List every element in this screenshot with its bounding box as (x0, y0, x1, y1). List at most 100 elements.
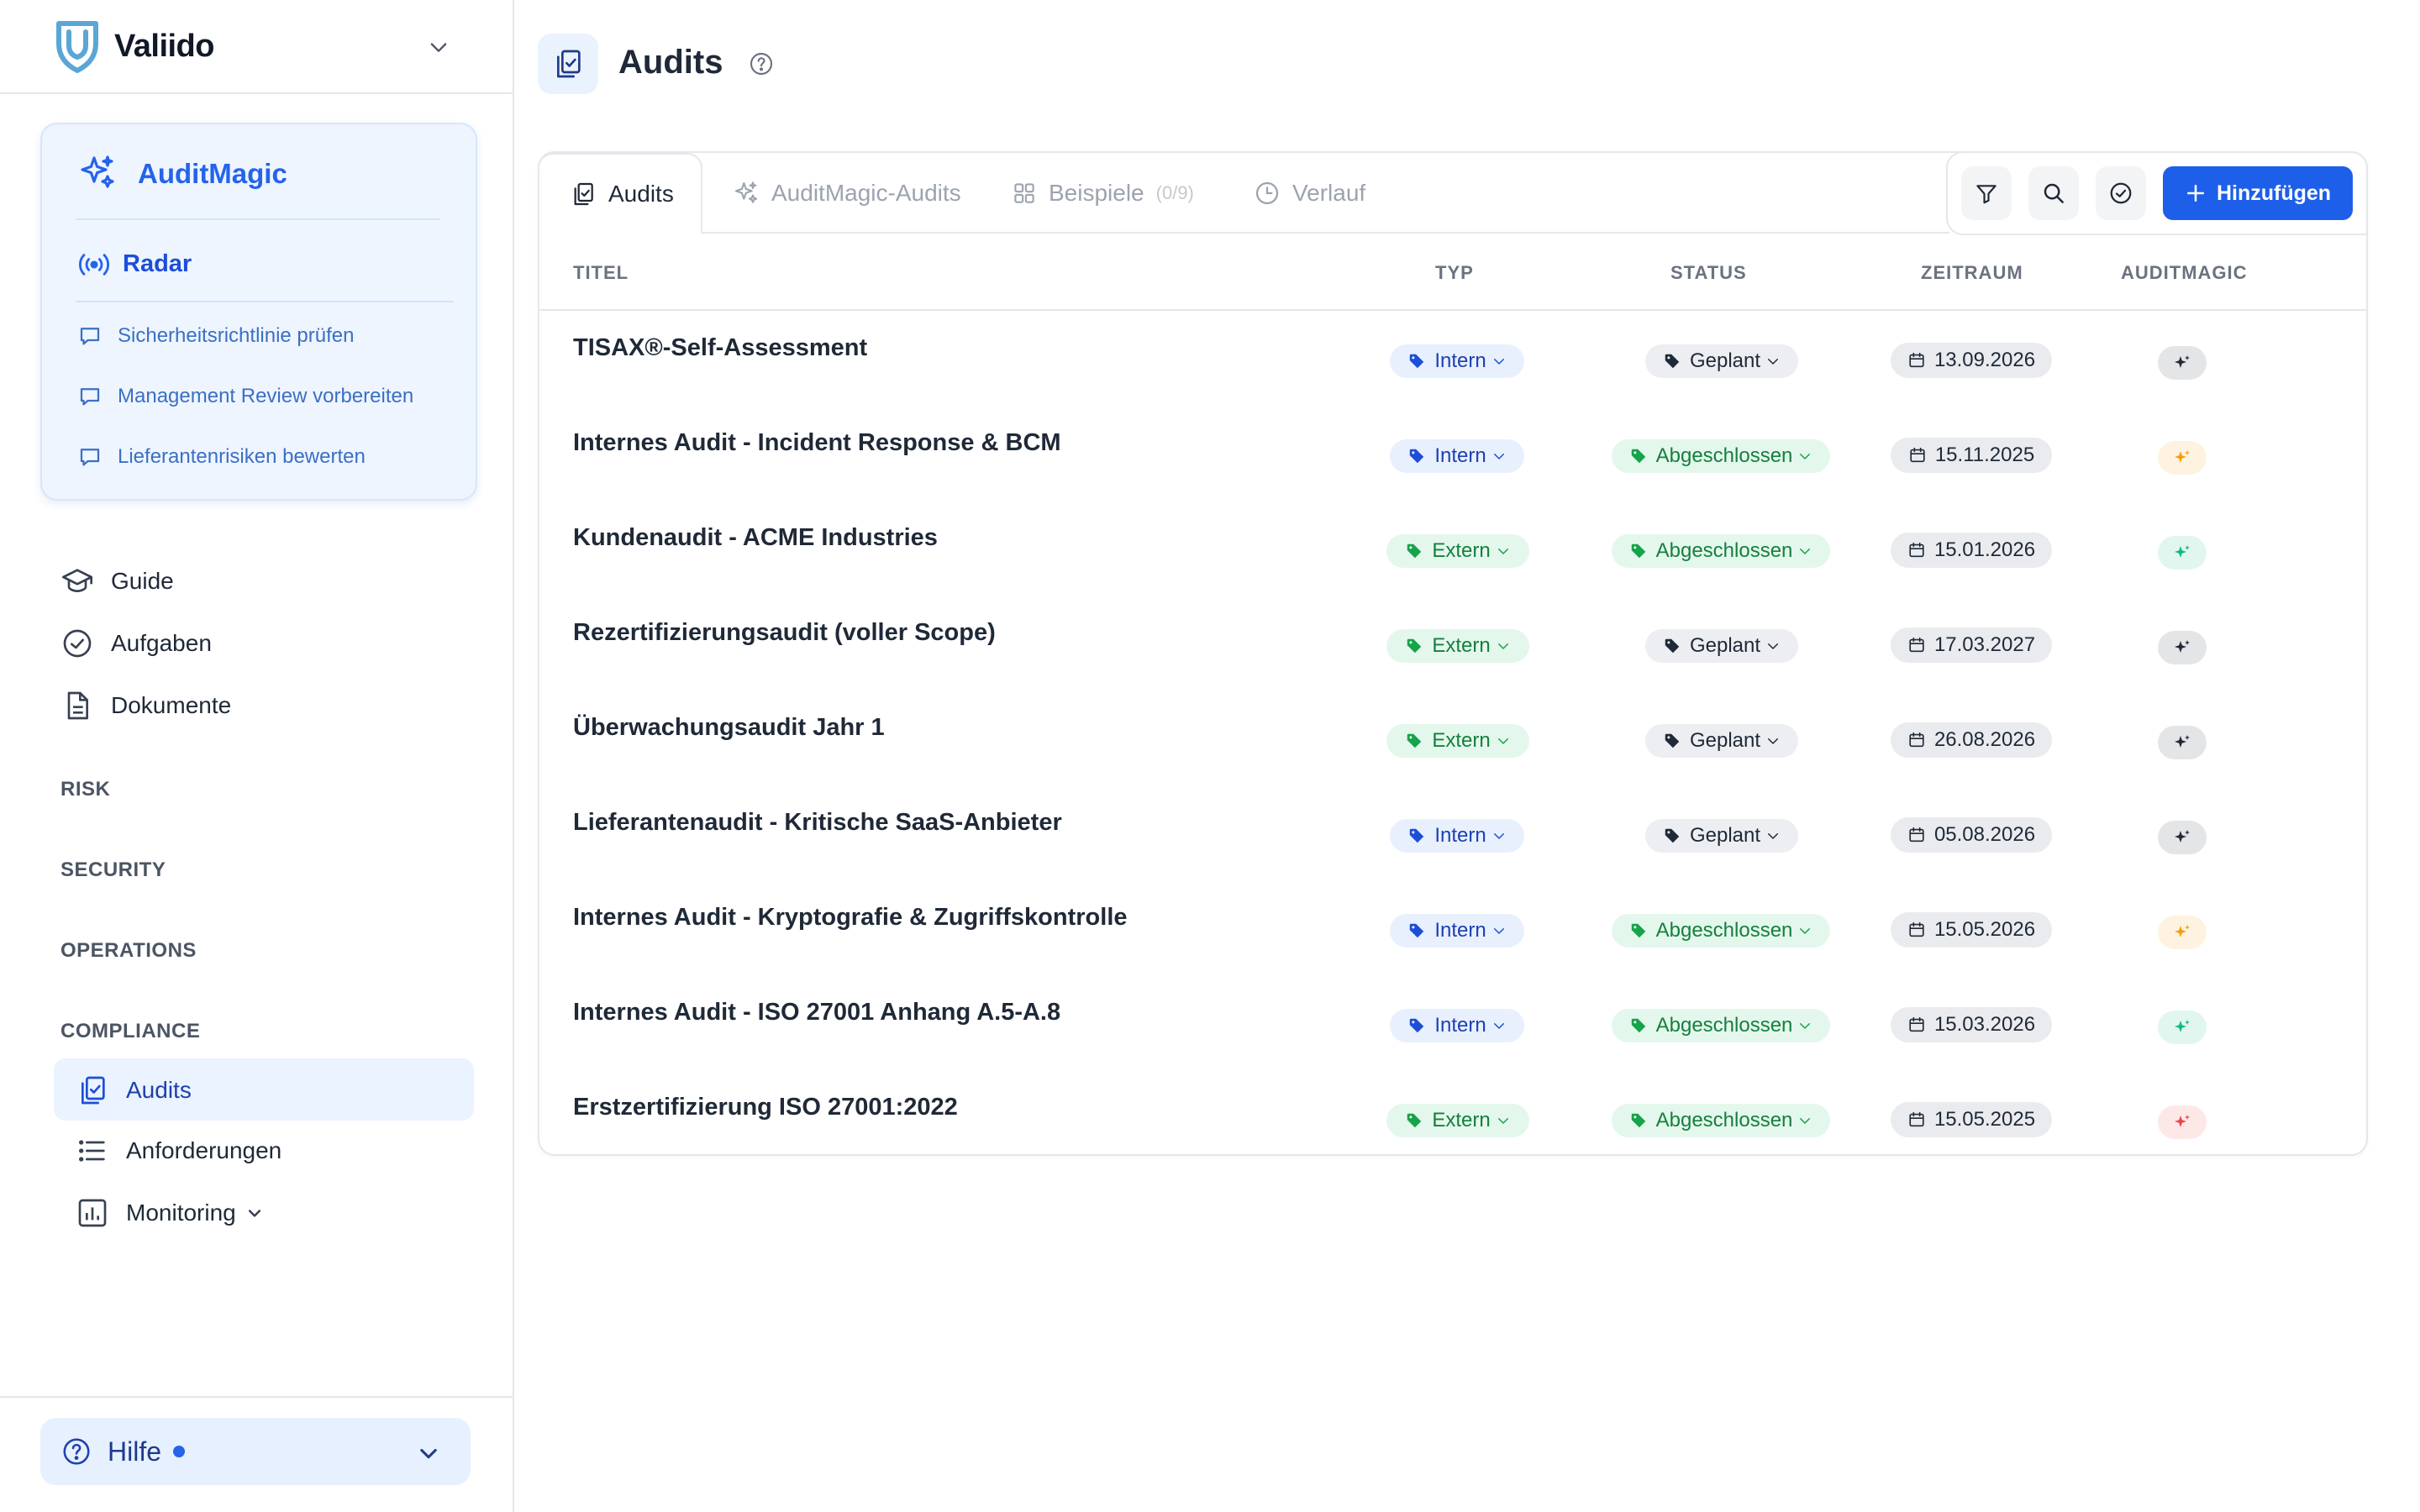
table-row[interactable]: Internes Audit - Kryptografie & Zugriffs… (539, 882, 2366, 976)
brand-header[interactable]: Valiido (0, 0, 513, 94)
auditmagic-title[interactable]: AuditMagic (138, 158, 287, 190)
status-dropdown[interactable]: Geplant (1645, 724, 1798, 758)
typ-dropdown[interactable]: Intern (1390, 819, 1524, 853)
help-button[interactable]: Hilfe (40, 1418, 471, 1485)
column-header-auditmagic[interactable]: AUDITMAGIC (2121, 262, 2248, 284)
auditmagic-button[interactable] (2158, 1105, 2207, 1139)
typ-label: Intern (1434, 1014, 1486, 1037)
table-row[interactable]: Überwachungsaudit Jahr 1 Extern Geplant 26.… (539, 692, 2366, 786)
sidebar-item-guide[interactable]: Guide (60, 556, 174, 606)
help-circle-icon[interactable] (748, 50, 775, 77)
filter-button[interactable] (1961, 166, 2012, 220)
typ-dropdown[interactable]: Intern (1390, 344, 1524, 378)
status-dropdown[interactable]: Abgeschlossen (1612, 914, 1830, 948)
auditmagic-prompt[interactable]: Lieferantenrisiken bewerten (77, 440, 366, 474)
sidebar-item-dokumente[interactable]: Dokumente (60, 680, 231, 731)
auditmagic-button[interactable] (2158, 631, 2207, 664)
status-dropdown[interactable]: Geplant (1645, 629, 1798, 663)
table-row[interactable]: Erstzertifizierung ISO 27001:2022 Extern A… (539, 1072, 2366, 1166)
audit-title[interactable]: Internes Audit - Kryptografie & Zugriffs… (573, 904, 1128, 932)
tab-auditmagic-audits[interactable]: AuditMagic-Audits (733, 153, 961, 234)
column-header-typ[interactable]: TYP (1435, 262, 1474, 284)
date-badge[interactable]: 17.03.2027 (1891, 627, 2052, 663)
column-header-zeitraum[interactable]: ZEITRAUM (1921, 262, 2023, 284)
status-dropdown[interactable]: Geplant (1645, 344, 1798, 378)
auditmagic-button[interactable] (2158, 821, 2207, 854)
audit-title[interactable]: Rezertifizierungsaudit (voller Scope) (573, 619, 996, 647)
help-circle-icon (63, 1438, 90, 1465)
date-badge[interactable]: 26.08.2026 (1891, 722, 2052, 758)
audit-title[interactable]: Erstzertifizierung ISO 27001:2022 (573, 1094, 958, 1121)
auditmagic-prompt[interactable]: Management Review vorbereiten (77, 380, 413, 413)
clipboard-check-icon (82, 1076, 105, 1105)
column-header-status[interactable]: STATUS (1670, 262, 1747, 284)
typ-dropdown[interactable]: Intern (1390, 1009, 1524, 1042)
sidebar-item-audits[interactable]: Audits (76, 1065, 192, 1116)
auditmagic-button[interactable] (2158, 1011, 2207, 1044)
audit-title[interactable]: Kundenaudit - ACME Industries (573, 524, 938, 552)
date-badge[interactable]: 13.09.2026 (1891, 343, 2052, 378)
auditmagic-button[interactable] (2158, 346, 2207, 380)
date-badge[interactable]: 15.11.2025 (1891, 438, 2052, 473)
status-dropdown[interactable]: Abgeschlossen (1612, 534, 1830, 568)
typ-dropdown[interactable]: Extern (1386, 1104, 1529, 1137)
select-button[interactable] (2096, 166, 2146, 220)
bar-chart-icon (78, 1199, 107, 1227)
date-badge[interactable]: 05.08.2026 (1891, 817, 2052, 853)
tab-beispiele[interactable]: Beispiele (0/9) (1012, 153, 1194, 234)
date-badge[interactable]: 15.03.2026 (1891, 1007, 2052, 1042)
typ-dropdown[interactable]: Intern (1390, 914, 1524, 948)
sidebar-item-aufgaben[interactable]: Aufgaben (60, 618, 212, 669)
auditmagic-button[interactable] (2158, 441, 2207, 475)
chevron-down-icon[interactable] (427, 35, 450, 59)
table-row[interactable]: Internes Audit - ISO 27001 Anhang A.5-A.… (539, 977, 2366, 1071)
search-button[interactable] (2028, 166, 2079, 220)
status-dropdown[interactable]: Geplant (1645, 819, 1798, 853)
tab-verlauf[interactable]: Verlauf (1254, 153, 1365, 234)
tab-audits[interactable]: Audits (538, 153, 702, 234)
audit-title[interactable]: Internes Audit - Incident Response & BCM (573, 429, 1061, 457)
table-row[interactable]: Internes Audit - Incident Response & BCM… (539, 407, 2366, 501)
sparkles-icon (2175, 925, 2190, 937)
sidebar-item-monitoring[interactable]: Monitoring (76, 1188, 263, 1238)
typ-dropdown[interactable]: Intern (1390, 439, 1524, 473)
typ-dropdown[interactable]: Extern (1386, 724, 1529, 758)
auditmagic-button[interactable] (2158, 916, 2207, 949)
auditmagic-button[interactable] (2158, 536, 2207, 570)
auditmagic-button[interactable] (2158, 726, 2207, 759)
typ-dropdown[interactable]: Extern (1386, 534, 1529, 568)
column-header-titel[interactable]: TITEL (573, 262, 629, 284)
audit-title[interactable]: Internes Audit - ISO 27001 Anhang A.5-A.… (573, 999, 1060, 1026)
auditmagic-prompt[interactable]: Sicherheitsrichtlinie prüfen (77, 319, 354, 353)
audit-title[interactable]: Überwachungsaudit Jahr 1 (573, 714, 885, 742)
table-row[interactable]: TISAX®-Self-Assessment Intern Geplant 13.09… (539, 312, 2366, 407)
radar-link[interactable]: Radar (123, 250, 192, 278)
date-badge[interactable]: 15.05.2026 (1891, 912, 2052, 948)
section-compliance[interactable]: COMPLIANCE (60, 1020, 200, 1043)
table-row[interactable]: Rezertifizierungsaudit (voller Scope) Ext… (539, 597, 2366, 691)
date-badge[interactable]: 15.01.2026 (1891, 533, 2052, 568)
sidebar-item-anforderungen[interactable]: Anforderungen (76, 1126, 281, 1176)
chevron-down-icon[interactable] (417, 1441, 440, 1465)
date-label: 13.09.2026 (1933, 349, 2036, 371)
audit-title[interactable]: TISAX®-Self-Assessment (573, 334, 867, 362)
add-button[interactable]: Hinzufügen (2163, 166, 2353, 220)
sidebar-item-label: Audits (126, 1077, 192, 1103)
chevron-down-icon[interactable] (246, 1205, 263, 1221)
audit-title[interactable]: Lieferantenaudit - Kritische SaaS-Anbiet… (573, 809, 1062, 837)
typ-label: Intern (1434, 824, 1486, 847)
section-operations[interactable]: OPERATIONS (60, 939, 197, 963)
typ-dropdown[interactable]: Extern (1386, 629, 1529, 663)
status-dropdown[interactable]: Abgeschlossen (1612, 439, 1830, 473)
tag-icon (1410, 354, 1424, 369)
section-risk[interactable]: RISK (60, 778, 110, 801)
status-dropdown[interactable]: Abgeschlossen (1612, 1104, 1830, 1137)
section-security[interactable]: SECURITY (60, 858, 166, 882)
date-badge[interactable]: 15.05.2025 (1891, 1102, 2052, 1137)
table-row[interactable]: Lieferantenaudit - Kritische SaaS-Anbiet… (539, 787, 2366, 881)
chevron-down-icon (1497, 1118, 1508, 1124)
tag-icon (1665, 828, 1680, 843)
table-row[interactable]: Kundenaudit - ACME Industries Extern Abges… (539, 502, 2366, 596)
typ-label: Extern (1432, 729, 1491, 752)
status-dropdown[interactable]: Abgeschlossen (1612, 1009, 1830, 1042)
